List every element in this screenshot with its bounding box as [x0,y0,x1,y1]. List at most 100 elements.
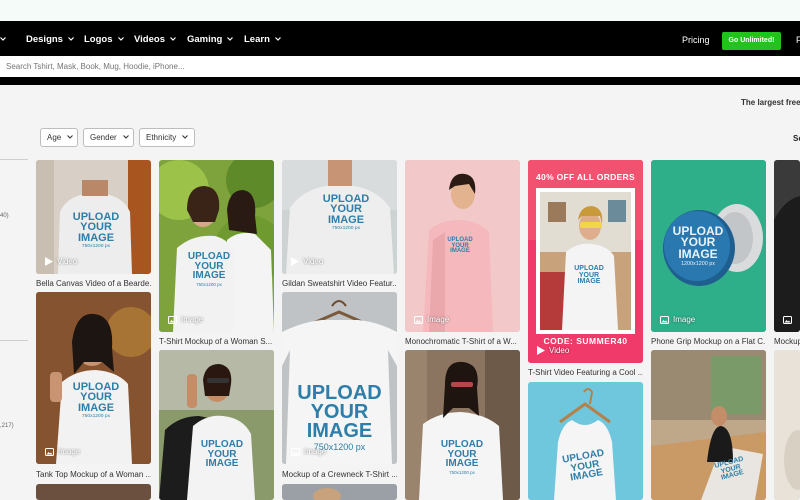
chevron-down-icon [0,37,6,41]
filter-label: Gender [90,133,117,142]
mockup-card[interactable]: UPLOAD YOUR IMAGE [528,382,643,500]
upload-placeholder: UPLOAD YOUR IMAGE 750x1200 px [322,193,370,232]
nav-item-videos[interactable]: Videos [134,21,176,56]
filter-label: Ethnicity [146,133,177,142]
image-icon [414,315,423,324]
mockup-image [774,350,800,500]
mockup-image [36,484,151,500]
mockup-card[interactable] [774,350,800,500]
nav-item-cut[interactable]: F [796,21,800,56]
mockup-card[interactable]: UPLOAD YOUR IMAGE 750x1200 px [405,350,520,500]
filter-age[interactable]: Age [40,128,78,147]
video-badge: Video [45,257,77,266]
mockup-image [528,160,643,363]
mockup-card[interactable]: UPLOAD YOUR IMAGE 750x1200 px Image [36,292,151,464]
chevron-down-icon [227,37,234,41]
card-caption[interactable]: Gildan Sweatshirt Video Featur... [282,279,397,288]
nav-item-label: Gaming [187,34,223,45]
image-badge: Image [660,315,695,324]
mockup-card[interactable]: UPLOAD YOUR IMAGE 750x1200 px Image [282,292,397,464]
image-icon [783,316,792,324]
upload-placeholder: UPLOAD YOUR IMAGE 750x1200 px [297,382,382,452]
sort-label[interactable]: So [793,134,800,143]
search-bar [0,56,800,77]
image-icon [291,447,300,456]
top-strip [0,0,800,21]
upload-placeholder: UPLOAD YOUR IMAGE [574,265,604,286]
mockup-card[interactable] [36,484,151,500]
image-badge: Image [45,447,80,456]
mockup-card[interactable]: 40% OFF ALL ORDERS UPLOAD YOUR IMAGE CODE:… [528,160,643,363]
image-icon [660,315,669,324]
mockup-card[interactable]: UPLOAD YOUR IMAGE 1200x1200 px Image [651,160,766,332]
image-badge: Image [291,447,326,456]
promo-code: CODE: SUMMER40 [543,336,628,346]
nav-item-designs[interactable]: Designs [26,21,74,56]
card-caption[interactable]: Phone Grip Mockup on a Flat C... [651,337,766,346]
chevron-down-icon [170,37,176,41]
image-icon [45,447,54,456]
chevron-down-icon [117,37,124,41]
go-unlimited-button[interactable]: Go Unlimited! [722,32,781,50]
chevron-down-icon [182,135,189,139]
mockup-card[interactable]: UPLOAD YOUR IMAGE 750x1200 px Image [159,160,274,332]
upload-placeholder: UPLOAD YOUR IMAGE [200,439,244,469]
sidebar-count: ,217) [0,423,14,429]
nav-item-learn[interactable]: Learn [244,21,281,56]
mockup-image [651,350,766,500]
mockup-card[interactable] [774,160,800,332]
filter-ethnicity[interactable]: Ethnicity [139,128,195,147]
mockup-image [405,350,520,500]
video-badge: Video [291,257,323,266]
mockup-card[interactable]: UPLOAD YOUR IMAGE 750x1200 px Video [282,160,397,274]
chevron-down-icon [122,135,129,139]
video-badge: Video [537,346,569,355]
card-caption[interactable]: Bella Canvas Video of a Bearde... [36,279,151,288]
pricing-link[interactable]: Pricing [682,21,710,56]
image-badge [783,316,792,324]
chevron-down-icon [67,135,74,139]
tagline: The largest free [741,98,800,107]
filter-label: Age [47,133,62,142]
upload-placeholder: UPLOAD YOUR IMAGE 750x1200 px [187,251,231,287]
mockup-card[interactable]: UPLOAD YOUR IMAGE 750x1200 px Video [36,160,151,274]
card-caption[interactable]: Monochromatic T-Shirt of a W... [405,337,520,346]
mockup-card[interactable]: UPLOAD YOUR IMAGE [159,350,274,500]
mockup-card[interactable]: UPLOAD YOUR IMAGE Image [405,160,520,332]
nav-prev-chevron[interactable] [0,21,6,56]
card-caption[interactable]: T-Shirt Video Featuring a Cool ... [528,368,643,377]
mockup-image [159,160,274,332]
upload-placeholder: UPLOAD YOUR IMAGE 1200x1200 px [672,224,724,268]
nav-item-logos[interactable]: Logos [84,21,124,56]
sidebar-divider [0,159,28,160]
navbar: Designs Logos Videos Gaming Learn Pricin… [0,21,800,56]
search-input[interactable] [0,56,800,77]
play-icon [291,257,299,266]
card-caption[interactable]: Tank Top Mockup of a Woman ... [36,470,151,479]
mockup-card[interactable] [282,484,397,500]
upload-placeholder: UPLOAD YOUR IMAGE 750x1200 px [72,381,120,420]
nav-item-label: Videos [134,34,165,45]
card-caption[interactable]: Mockup [774,337,800,346]
nav-item-label: Designs [26,34,63,45]
chevron-down-icon [274,37,281,41]
card-caption[interactable]: T-Shirt Mockup of a Woman S... [159,337,274,346]
upload-placeholder: UPLOAD YOUR IMAGE 750x1200 px [440,439,484,475]
card-caption[interactable]: Mockup of a Crewneck T-Shirt ... [282,470,397,479]
image-badge: Image [414,315,449,324]
nav-item-gaming[interactable]: Gaming [187,21,234,56]
sidebar-divider [0,340,28,341]
play-icon [537,346,545,355]
play-icon [45,257,53,266]
image-badge: Image [168,315,203,324]
mockup-image [528,382,643,500]
promo-banner: 40% OFF ALL ORDERS [536,172,635,182]
mockup-image [774,160,800,332]
nav-item-label: Logos [84,34,113,45]
upload-placeholder: UPLOAD YOUR IMAGE 750x1200 px [72,211,120,250]
header-divider [0,77,800,85]
mockup-card[interactable]: UPLOAD YOUR IMAGE [651,350,766,500]
filter-gender[interactable]: Gender [83,128,134,147]
mockup-image [36,292,151,464]
upload-placeholder: UPLOAD YOUR IMAGE [447,237,473,255]
